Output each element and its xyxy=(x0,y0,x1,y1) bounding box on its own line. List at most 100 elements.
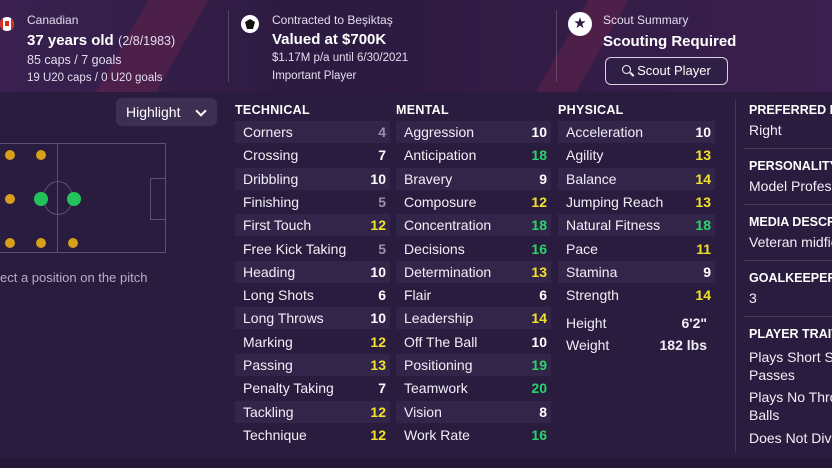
position-dot[interactable] xyxy=(5,238,15,248)
position-dot[interactable] xyxy=(5,194,15,204)
attribute-name: Work Rate xyxy=(404,426,470,443)
attribute-name: Natural Fitness xyxy=(566,217,661,234)
attribute-name: Tackling xyxy=(243,403,294,420)
attribute-value: 10 xyxy=(531,333,547,350)
player-traits-heading: PLAYER TRAIT xyxy=(749,327,832,341)
attribute-row[interactable]: Decisions 16 xyxy=(396,238,551,260)
attribute-row[interactable]: Strength 14 xyxy=(558,284,715,306)
attribute-value: 11 xyxy=(696,240,711,257)
attribute-value: 13 xyxy=(531,263,547,280)
position-dot-natural[interactable] xyxy=(34,192,48,206)
attribute-row[interactable]: Off The Ball 10 xyxy=(396,331,551,353)
attribute-row[interactable]: Long Throws 10 xyxy=(235,307,390,330)
divider xyxy=(743,316,832,317)
attribute-value: 14 xyxy=(531,310,547,327)
star-icon: ★ xyxy=(568,12,592,36)
attribute-value: 10 xyxy=(370,310,386,327)
scout-label: Scout Summary xyxy=(603,13,689,27)
attribute-name: Off The Ball xyxy=(404,333,478,350)
attribute-row[interactable]: Passing 13 xyxy=(235,354,390,376)
position-dot[interactable] xyxy=(68,238,78,248)
attribute-value: 12 xyxy=(370,403,386,420)
attribute-row[interactable]: Work Rate 16 xyxy=(396,424,551,446)
attribute-name: Passing xyxy=(243,357,293,373)
attribute-value: 10 xyxy=(695,124,711,140)
position-dot[interactable] xyxy=(36,238,46,248)
age-line: 37 years old (2/8/1983) xyxy=(27,32,175,50)
attribute-row[interactable]: Corners 4 xyxy=(235,121,390,143)
attribute-row[interactable]: Leadership 14 xyxy=(396,307,551,330)
attribute-value: 18 xyxy=(695,217,711,234)
attribute-row[interactable]: Agility 13 xyxy=(558,144,715,166)
weight-row: Weight 182 lbs xyxy=(558,334,715,356)
attribute-name: Bravery xyxy=(404,170,453,187)
attribute-row[interactable]: Crossing 7 xyxy=(235,144,390,166)
attribute-name: Composure xyxy=(404,193,477,210)
attribute-name: Positioning xyxy=(404,357,473,373)
date-of-birth: (2/8/1983) xyxy=(118,34,176,48)
attribute-name: Crossing xyxy=(243,147,299,164)
scout-player-button[interactable]: Scout Player xyxy=(605,57,728,85)
chevron-down-icon xyxy=(195,105,207,117)
attribute-row[interactable]: Determination 13 xyxy=(396,260,551,283)
attribute-row[interactable]: Anticipation 18 xyxy=(396,144,551,166)
attribute-row[interactable]: Flair 6 xyxy=(396,284,551,306)
divider xyxy=(743,260,832,261)
position-dot[interactable] xyxy=(36,150,46,160)
position-dot[interactable] xyxy=(5,150,15,160)
attribute-row[interactable]: Penalty Taking 7 xyxy=(235,377,390,399)
scout-player-label: Scout Player xyxy=(637,63,711,78)
highlight-dropdown[interactable]: Highlight xyxy=(116,98,217,126)
attribute-value: 13 xyxy=(370,357,386,373)
attribute-row[interactable]: Bravery 9 xyxy=(396,167,551,190)
wage: $1.17M p/a until 6/30/2021 xyxy=(272,52,409,64)
pitch-hint: ect a position on the pitch xyxy=(0,270,148,285)
attribute-value: 16 xyxy=(531,240,547,257)
attribute-value: 9 xyxy=(703,263,711,280)
personality: Model Profess xyxy=(749,178,832,194)
attribute-value: 13 xyxy=(695,147,711,164)
attribute-value: 9 xyxy=(539,170,547,187)
attribute-value: 7 xyxy=(378,147,386,164)
position-pitch[interactable] xyxy=(0,143,166,253)
attribute-value: 18 xyxy=(531,217,547,234)
trait-item-cont: Balls xyxy=(749,407,780,423)
attribute-row[interactable]: Composure 12 xyxy=(396,191,551,213)
attribute-value: 7 xyxy=(378,380,386,397)
attribute-row[interactable]: Technique 12 xyxy=(235,424,390,446)
highlight-label: Highlight xyxy=(126,104,181,120)
attribute-row[interactable]: Aggression 10 xyxy=(396,121,551,143)
attribute-row[interactable]: First Touch 12 xyxy=(235,214,390,237)
attribute-row[interactable]: Jumping Reach 13 xyxy=(558,191,715,213)
attribute-name: Finishing xyxy=(243,193,300,210)
attribute-row[interactable]: Long Shots 6 xyxy=(235,284,390,306)
attribute-row[interactable]: Concentration 18 xyxy=(396,214,551,237)
divider xyxy=(556,10,557,82)
attribute-value: 19 xyxy=(531,357,547,373)
attribute-row[interactable]: Teamwork 20 xyxy=(396,377,551,399)
attribute-row[interactable]: Acceleration 10 xyxy=(558,121,715,143)
height-label: Height xyxy=(566,315,607,331)
attribute-value: 8 xyxy=(539,403,547,420)
attribute-row[interactable]: Vision 8 xyxy=(396,400,551,423)
attribute-row[interactable]: Balance 14 xyxy=(558,167,715,190)
attribute-row[interactable]: Finishing 5 xyxy=(235,191,390,213)
attribute-row[interactable]: Free Kick Taking 5 xyxy=(235,238,390,260)
penalty-box xyxy=(150,178,166,220)
attribute-row[interactable]: Stamina 9 xyxy=(558,260,715,283)
attribute-row[interactable]: Dribbling 10 xyxy=(235,167,390,190)
attribute-name: Acceleration xyxy=(566,124,644,140)
mental-heading: MENTAL xyxy=(396,103,449,117)
attribute-row[interactable]: Natural Fitness 18 xyxy=(558,214,715,237)
attribute-row[interactable]: Pace 11 xyxy=(558,238,715,260)
height-value: 6'2" xyxy=(681,315,707,331)
attribute-value: 6 xyxy=(378,287,386,304)
attribute-row[interactable]: Positioning 19 xyxy=(396,354,551,376)
attribute-row[interactable]: Marking 12 xyxy=(235,331,390,353)
squad-status: Important Player xyxy=(272,70,357,82)
attribute-row[interactable]: Tackling 12 xyxy=(235,400,390,423)
trait-item: Plays No Thro xyxy=(749,389,832,405)
position-dot-natural[interactable] xyxy=(67,192,81,206)
goalkeeper-value: 3 xyxy=(749,290,757,306)
attribute-row[interactable]: Heading 10 xyxy=(235,260,390,283)
